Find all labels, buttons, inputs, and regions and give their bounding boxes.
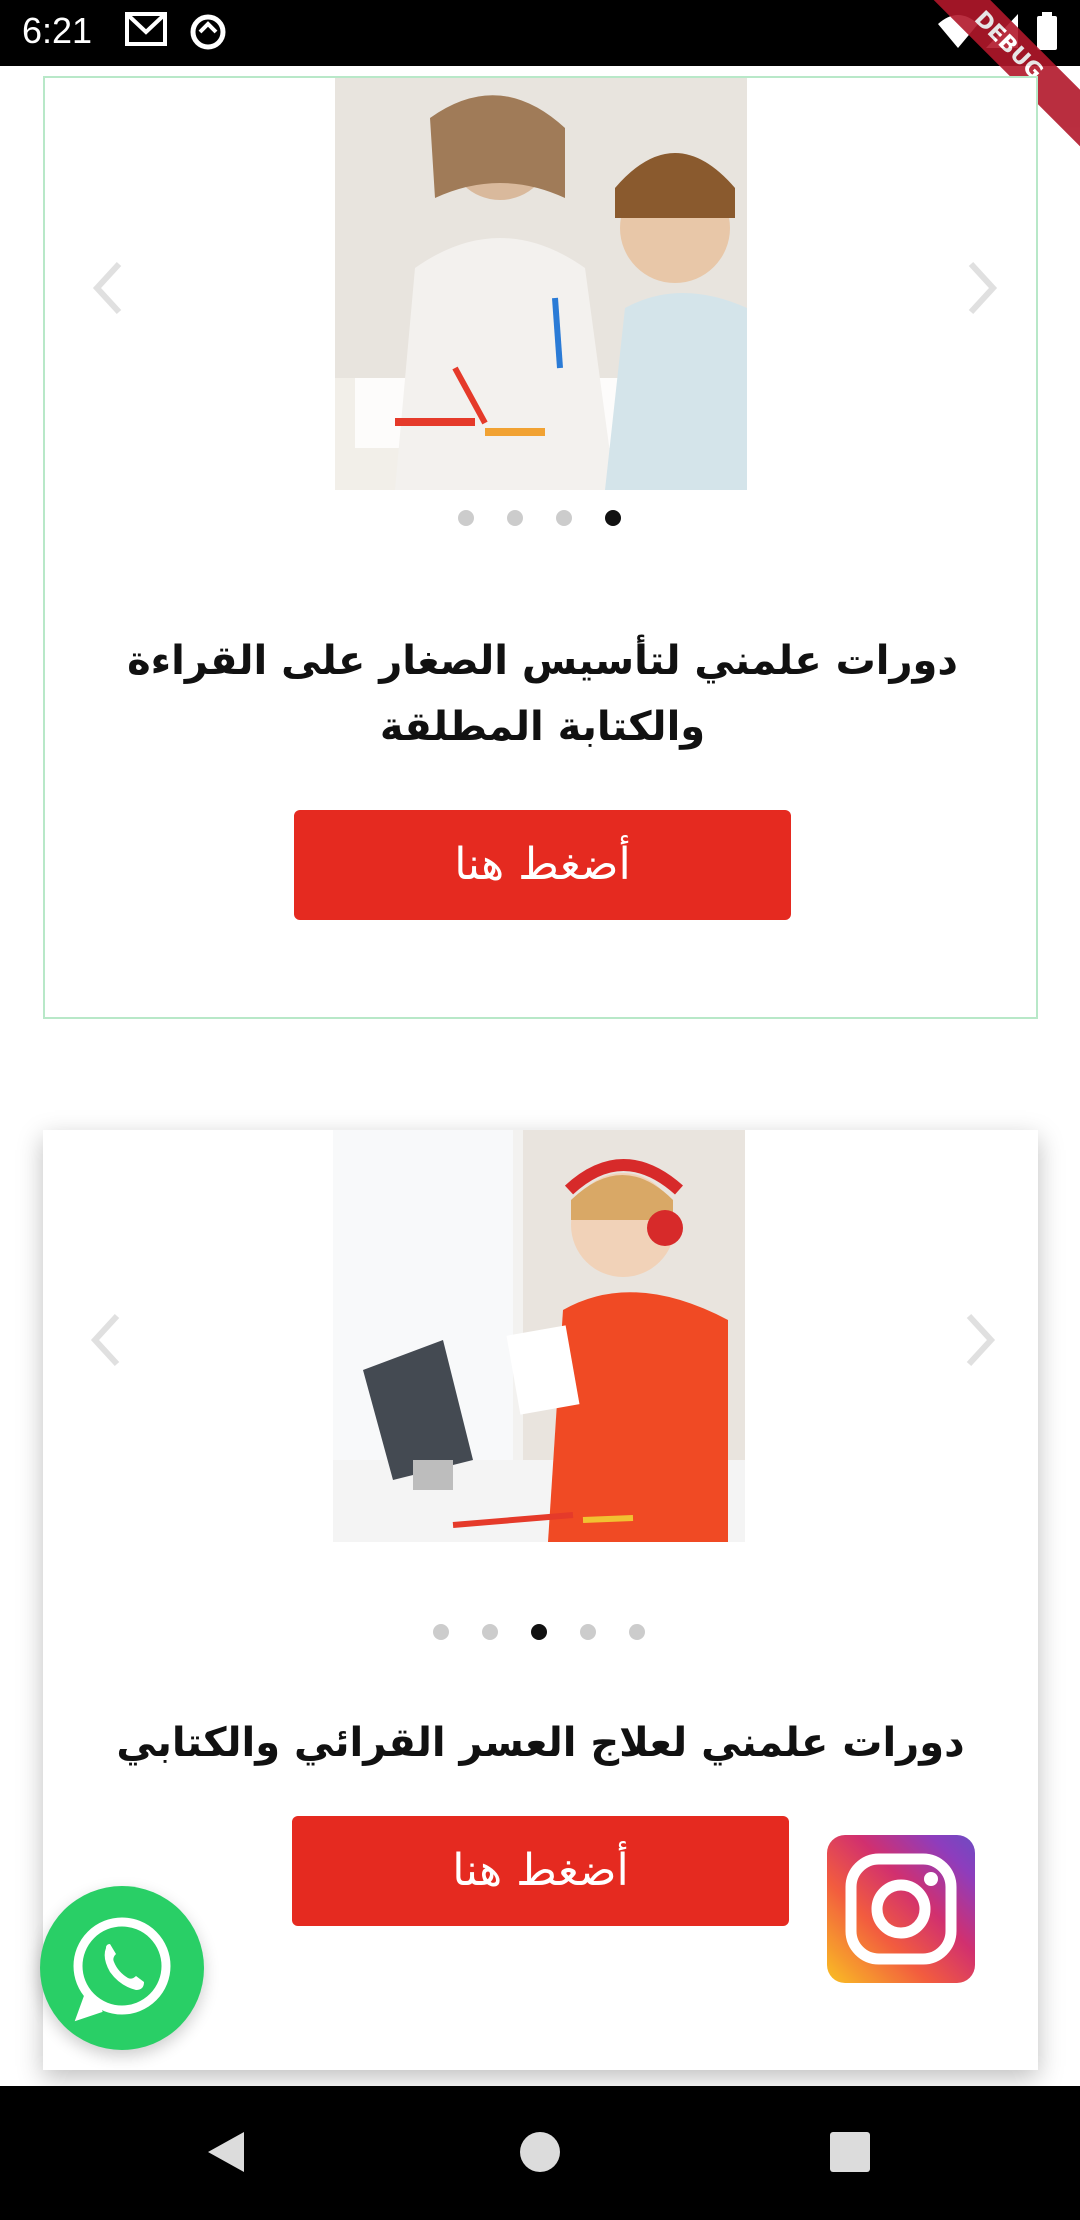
carousel-dots [458, 510, 621, 526]
sync-icon [188, 12, 228, 56]
status-bar: 6:21 DEBUG [0, 0, 1080, 153]
carousel-dot-active[interactable] [531, 1624, 547, 1640]
carousel-dot[interactable] [458, 510, 474, 526]
carousel-dot[interactable] [482, 1624, 498, 1640]
gmail-icon [125, 12, 167, 50]
carousel-dot[interactable] [580, 1624, 596, 1640]
carousel-dot[interactable] [433, 1624, 449, 1640]
course-list[interactable]: دورات علمني لتأسيس الصغار على القراءة وا… [0, 66, 1080, 2086]
carousel-prev-icon[interactable] [89, 258, 129, 318]
carousel-image[interactable] [335, 78, 747, 490]
carousel-next-icon[interactable] [961, 258, 1001, 318]
course-title: دورات علمني لعلاج العسر القرائي والكتابي [116, 1720, 965, 1766]
carousel-prev-icon[interactable] [87, 1310, 127, 1370]
press-here-button[interactable]: أضغط هنا [292, 1816, 789, 1926]
carousel-next-icon[interactable] [959, 1310, 999, 1370]
carousel-dot[interactable] [629, 1624, 645, 1640]
instagram-icon[interactable] [827, 1835, 975, 1983]
home-icon[interactable] [518, 2128, 562, 2180]
carousel-dot[interactable] [556, 510, 572, 526]
press-here-button[interactable]: أضغط هنا [294, 810, 791, 920]
course-title: دورات علمني لتأسيس الصغار على القراءة وا… [127, 638, 958, 750]
course-card: دورات علمني لتأسيس الصغار على القراءة وا… [43, 76, 1038, 1019]
carousel-dots [433, 1624, 645, 1640]
back-icon[interactable] [204, 2128, 248, 2180]
status-time: 6:21 [22, 10, 93, 51]
recents-icon[interactable] [828, 2128, 872, 2180]
carousel-image[interactable] [333, 1130, 745, 1542]
system-nav-bar [0, 2086, 1080, 2220]
carousel-dot-active[interactable] [605, 510, 621, 526]
carousel-dot[interactable] [507, 510, 523, 526]
whatsapp-icon[interactable] [40, 1886, 204, 2050]
